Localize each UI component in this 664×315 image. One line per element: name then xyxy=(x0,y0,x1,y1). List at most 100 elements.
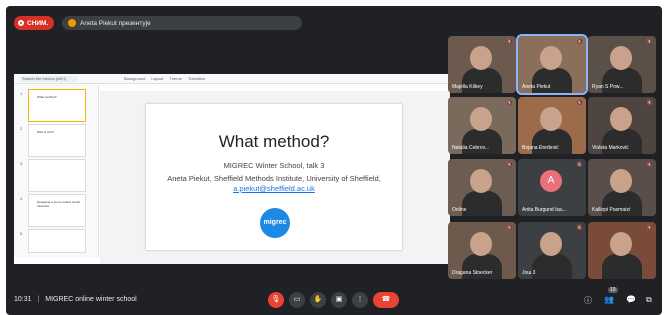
migrec-logo: migrec xyxy=(260,208,290,238)
thumbnail-title: What method? xyxy=(37,95,57,99)
thumbnail-slide-2[interactable]: 2 Who is who? xyxy=(20,124,86,157)
mic-off-icon: 🔇 xyxy=(646,100,653,106)
toolbar-background[interactable]: Background xyxy=(124,76,145,81)
participant-tile[interactable]: 🔇 Natalia Cebrov... xyxy=(448,97,516,154)
mic-off-icon: 🔇 xyxy=(646,39,653,45)
participant-video xyxy=(540,107,562,131)
participant-tile[interactable]: 🔇 Ryan S Pow... xyxy=(588,36,656,93)
avatar: A xyxy=(540,170,562,192)
hangup-icon: ☎ xyxy=(381,296,391,303)
info-icon[interactable]: ⓘ xyxy=(584,295,592,306)
slide-canvas: What method? MIGREC Winter School, talk … xyxy=(100,91,450,264)
participant-name: Online xyxy=(452,207,467,213)
participant-tile[interactable]: 🔇 Kalliopi Pasmatzi xyxy=(588,159,656,216)
slide-author: Aneta Piekut, Sheffield Methods Institut… xyxy=(166,174,382,194)
mic-off-icon: 🔇 xyxy=(506,100,513,106)
thumbnail-slide-4[interactable]: 4 Designing a tool to collect social net… xyxy=(20,194,86,227)
mic-off-icon: 🔇 xyxy=(646,162,653,168)
participant-video xyxy=(540,232,562,256)
participant-tile[interactable]: 🔇 Majella Kilkey xyxy=(448,36,516,93)
raise-hand-button[interactable]: ✋ xyxy=(310,292,326,308)
slides-toolbar: Search the menus (Alt+/) Background Layo… xyxy=(14,74,450,84)
more-vert-icon: ⋮ xyxy=(356,296,364,303)
author-email[interactable]: a.piekut@sheffield.ac.uk xyxy=(233,184,315,193)
camera-icon: ▭ xyxy=(293,296,301,303)
clock: 10:31 xyxy=(14,296,32,303)
participant-video xyxy=(610,46,632,70)
participant-video-body xyxy=(462,191,502,216)
participant-name: Bojana Đorđević xyxy=(522,145,559,151)
slide-thumbnails: 1 What method? 2 Who is who? 3 4 Designi… xyxy=(14,85,99,257)
participant-tile[interactable]: A 🔇 Anita Burgund Isa... xyxy=(518,159,586,216)
participant-video xyxy=(540,46,562,70)
slide-subtitle: MIGREC Winter School, talk 3 xyxy=(223,161,325,170)
people-button[interactable]: 👥 19 xyxy=(604,287,618,304)
mic-off-icon: 🔇 xyxy=(646,225,653,231)
participant-video xyxy=(470,232,492,256)
mic-off-icon: 🔇 xyxy=(506,225,513,231)
thumbnail-slide-3[interactable]: 3 xyxy=(20,159,86,192)
toolbar-transition[interactable]: Transition xyxy=(188,76,205,81)
participant-tile[interactable]: 🔇 Violeta Marković xyxy=(588,97,656,154)
leave-call-button[interactable]: ☎ xyxy=(373,292,399,308)
meeting-info: 10:31 | MIGREC online winter school xyxy=(14,296,137,303)
mic-off-icon: 🎙 xyxy=(271,296,281,303)
mic-off-icon: 🔇 xyxy=(576,162,583,168)
camera-button[interactable]: ▭ xyxy=(289,292,305,308)
thumbnail-number: 2 xyxy=(20,126,23,131)
presenting-icon xyxy=(68,19,76,27)
participant-video xyxy=(610,232,632,256)
present-now-button[interactable]: ▣ xyxy=(331,292,347,308)
participant-video xyxy=(610,169,632,193)
participant-name: Dragana Stoecker xyxy=(452,270,493,276)
thumbnail-number: 5 xyxy=(20,231,23,236)
mic-off-icon: 🔇 xyxy=(576,100,583,106)
participant-video-body xyxy=(602,254,642,279)
participant-count-badge: 19 xyxy=(608,287,618,293)
thumbnail-number: 4 xyxy=(20,196,23,201)
participant-name: Anita Burgund Isa... xyxy=(522,207,566,213)
thumbnail-slide-1[interactable]: 1 What method? xyxy=(20,89,86,122)
toolbar-theme[interactable]: Theme xyxy=(169,76,181,81)
participant-video-body xyxy=(532,254,572,279)
participant-tile[interactable]: 🔇 Aneta Piekut xyxy=(516,34,588,95)
activities-icon[interactable]: ⧉ xyxy=(646,295,652,305)
shared-screen: Search the menus (Alt+/) Background Layo… xyxy=(14,74,450,264)
participant-video xyxy=(610,107,632,131)
participant-video xyxy=(470,169,492,193)
search-menus-field[interactable]: Search the menus (Alt+/) xyxy=(20,75,78,82)
presenter-bar: Aneta Piekut презентује xyxy=(62,16,302,30)
participant-name: Violeta Marković xyxy=(592,145,629,151)
participant-name: Majella Kilkey xyxy=(452,84,483,90)
people-icon: 👥 xyxy=(604,295,614,304)
hand-icon: ✋ xyxy=(313,296,323,303)
participant-name: Још 3 xyxy=(522,270,536,276)
participant-tile[interactable]: 🔇 Још 3 xyxy=(518,222,586,279)
participant-name: Ryan S Pow... xyxy=(592,84,624,90)
participant-tile[interactable]: 🔇 Dragana Stoecker xyxy=(448,222,516,279)
toolbar-layout[interactable]: Layout xyxy=(151,76,163,81)
thumbnail-slide-5[interactable]: 5 xyxy=(20,229,86,253)
more-options-button[interactable]: ⋮ xyxy=(352,292,368,308)
participant-name: Natalia Cebrov... xyxy=(452,145,489,151)
slide-title: What method? xyxy=(218,132,330,151)
participant-video xyxy=(470,107,492,131)
thumbnail-title: Who is who? xyxy=(37,130,55,134)
mic-button[interactable]: 🎙 xyxy=(268,292,284,308)
participant-name: Aneta Piekut xyxy=(522,84,551,90)
presenter-text: Aneta Piekut презентује xyxy=(80,19,151,27)
participant-video xyxy=(470,46,492,70)
participant-tile[interactable]: 🔇 Online xyxy=(448,159,516,216)
author-line: Aneta Piekut, Sheffield Methods Institut… xyxy=(167,174,381,183)
mic-off-icon: 🔇 xyxy=(506,162,513,168)
participant-tile[interactable]: 🔇 xyxy=(588,222,656,279)
recording-badge[interactable]: СНИМ. xyxy=(14,16,55,30)
meeting-title: MIGREC online winter school xyxy=(45,296,137,303)
meet-window: СНИМ. Aneta Piekut презентује Search the… xyxy=(6,6,662,315)
mic-off-icon: 🔇 xyxy=(576,225,583,231)
recording-label: СНИМ. xyxy=(27,19,49,27)
chat-icon[interactable]: 💬 xyxy=(626,295,636,304)
current-slide: What method? MIGREC Winter School, talk … xyxy=(146,104,402,250)
present-icon: ▣ xyxy=(335,296,343,303)
participant-tile[interactable]: 🔇 Bojana Đorđević xyxy=(518,97,586,154)
